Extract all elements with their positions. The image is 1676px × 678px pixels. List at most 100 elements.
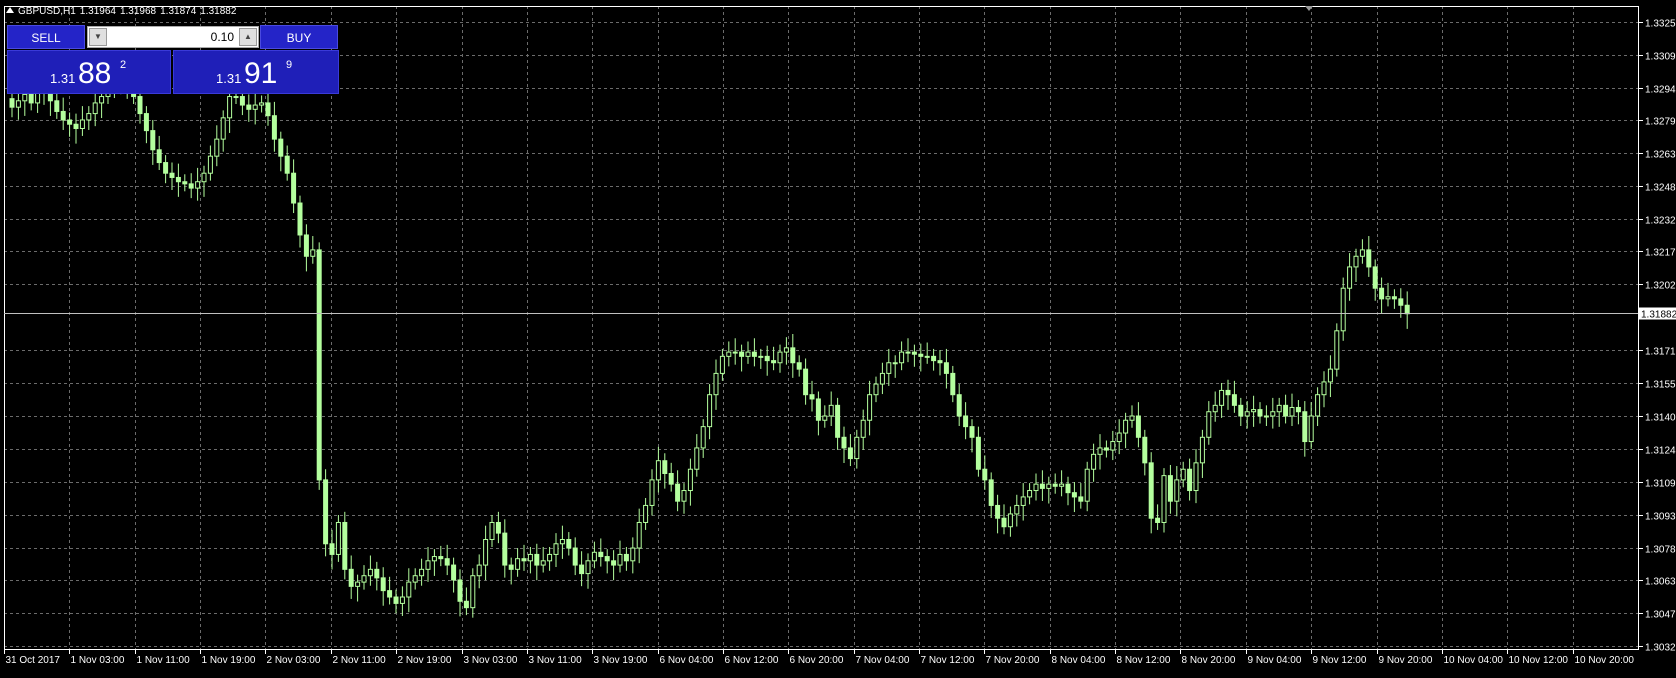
candle-body	[22, 93, 28, 102]
candle-body	[527, 553, 533, 562]
y-tick-label: 1.31245	[1645, 446, 1676, 457]
sell-price-button[interactable]: 1.31 88 2	[7, 50, 171, 94]
candle-body	[9, 98, 15, 108]
candle-body	[643, 504, 649, 523]
candle-body	[886, 362, 892, 374]
x-tick-label: 7 Nov 20:00	[986, 655, 1040, 666]
candle-body	[297, 202, 303, 236]
candle-body	[777, 351, 783, 364]
candle-body	[278, 138, 284, 157]
candle-body	[399, 596, 405, 604]
y-tick-label: 1.32790	[1645, 117, 1676, 128]
buy-button[interactable]: BUY	[260, 25, 338, 49]
buy-price-pips: 91	[244, 57, 278, 90]
buy-price-fraction: 9	[286, 59, 293, 71]
x-tick-label: 9 Nov 04:00	[1248, 655, 1302, 666]
y-tick-label: 1.32635	[1645, 150, 1676, 161]
candle-body	[790, 347, 796, 364]
candle-body	[175, 176, 181, 183]
y-tick-label: 1.30320	[1645, 643, 1676, 654]
candle-body	[1091, 453, 1097, 470]
candle-body	[150, 130, 156, 151]
x-tick-label: 31 Oct 2017	[6, 655, 61, 666]
candle-body	[1199, 436, 1205, 464]
candle-body	[841, 436, 847, 449]
candle-body	[995, 504, 1001, 519]
x-tick-label: 2 Nov 11:00	[333, 655, 387, 666]
lot-size-input[interactable]	[110, 29, 236, 45]
candle-body	[815, 398, 821, 421]
buy-price-button[interactable]: 1.31 91 9	[173, 50, 339, 94]
lot-decrease-icon[interactable]: ▼	[89, 28, 107, 46]
x-tick-label: 1 Nov 11:00	[137, 655, 191, 666]
candle-body	[559, 539, 565, 545]
price-chart[interactable]: 1.33250 1.33095 1.32940 1.32790 1.32635 1.324…	[0, 0, 1676, 678]
collapse-triangle-icon[interactable]	[6, 7, 14, 13]
candle-body	[169, 172, 175, 178]
candle-body	[764, 355, 770, 362]
candle-body	[1244, 411, 1250, 417]
candle-body	[67, 119, 73, 125]
candle-body	[1052, 483, 1058, 487]
candle-body	[425, 560, 431, 570]
candle-body	[361, 575, 367, 583]
candle-body	[1180, 468, 1186, 481]
candle-body	[54, 100, 60, 112]
candle-body	[521, 558, 527, 562]
candle-body	[835, 404, 841, 438]
candle-body	[854, 436, 860, 460]
candle-body	[1379, 287, 1385, 300]
x-tick-label: 3 Nov 19:00	[594, 655, 648, 666]
candle-body	[1231, 394, 1237, 406]
candle-body	[483, 539, 489, 566]
candle-body	[195, 181, 201, 189]
lot-increase-icon[interactable]: ▲	[239, 28, 257, 46]
candle-body	[924, 355, 930, 358]
candle-body	[649, 479, 655, 506]
candle-body	[611, 560, 617, 566]
y-tick-label: 1.33250	[1645, 19, 1676, 30]
candle-body	[707, 394, 713, 428]
candle-body	[60, 110, 66, 121]
candle-body	[1097, 447, 1103, 455]
candle-body	[879, 372, 885, 385]
x-tick-label: 10 Nov 12:00	[1509, 655, 1569, 666]
candle-body	[451, 564, 457, 581]
candle-body	[380, 577, 386, 592]
candle-body	[1238, 404, 1244, 417]
candle-body	[662, 460, 668, 474]
y-tick-label: 1.30475	[1645, 610, 1676, 621]
candle-body	[796, 362, 802, 370]
y-tick-label: 1.31555	[1645, 380, 1676, 391]
candle-body	[975, 436, 981, 470]
candle-body	[822, 415, 828, 421]
candle-body	[1135, 415, 1141, 438]
candle-body	[1116, 432, 1122, 443]
y-tick-label: 1.32940	[1645, 85, 1676, 96]
candle-body	[847, 447, 853, 460]
x-tick-label: 3 Nov 03:00	[464, 655, 518, 666]
candle-body	[771, 360, 777, 364]
candle-body	[463, 600, 469, 609]
candle-body	[284, 155, 290, 174]
candle-body	[1014, 504, 1020, 515]
sell-button[interactable]: SELL	[7, 25, 85, 49]
candle-body	[1283, 404, 1289, 417]
candle-body	[239, 96, 245, 106]
candle-body	[675, 483, 681, 502]
candle-body	[1129, 415, 1135, 421]
candle-body	[1187, 468, 1193, 492]
candle-body	[700, 426, 706, 449]
candle-body	[1206, 411, 1212, 438]
candle-body	[329, 543, 335, 555]
candle-body	[828, 404, 834, 417]
candle-body	[419, 568, 425, 577]
lot-size-stepper[interactable]: ▼ ▲	[87, 26, 259, 48]
candle-body	[412, 575, 418, 583]
x-tick-label: 9 Nov 20:00	[1379, 655, 1433, 666]
close-value: 1.31882	[200, 6, 237, 17]
candle-body	[969, 426, 975, 438]
candle-body	[553, 543, 559, 555]
candle-body	[1295, 406, 1301, 413]
candle-body	[1123, 419, 1129, 434]
